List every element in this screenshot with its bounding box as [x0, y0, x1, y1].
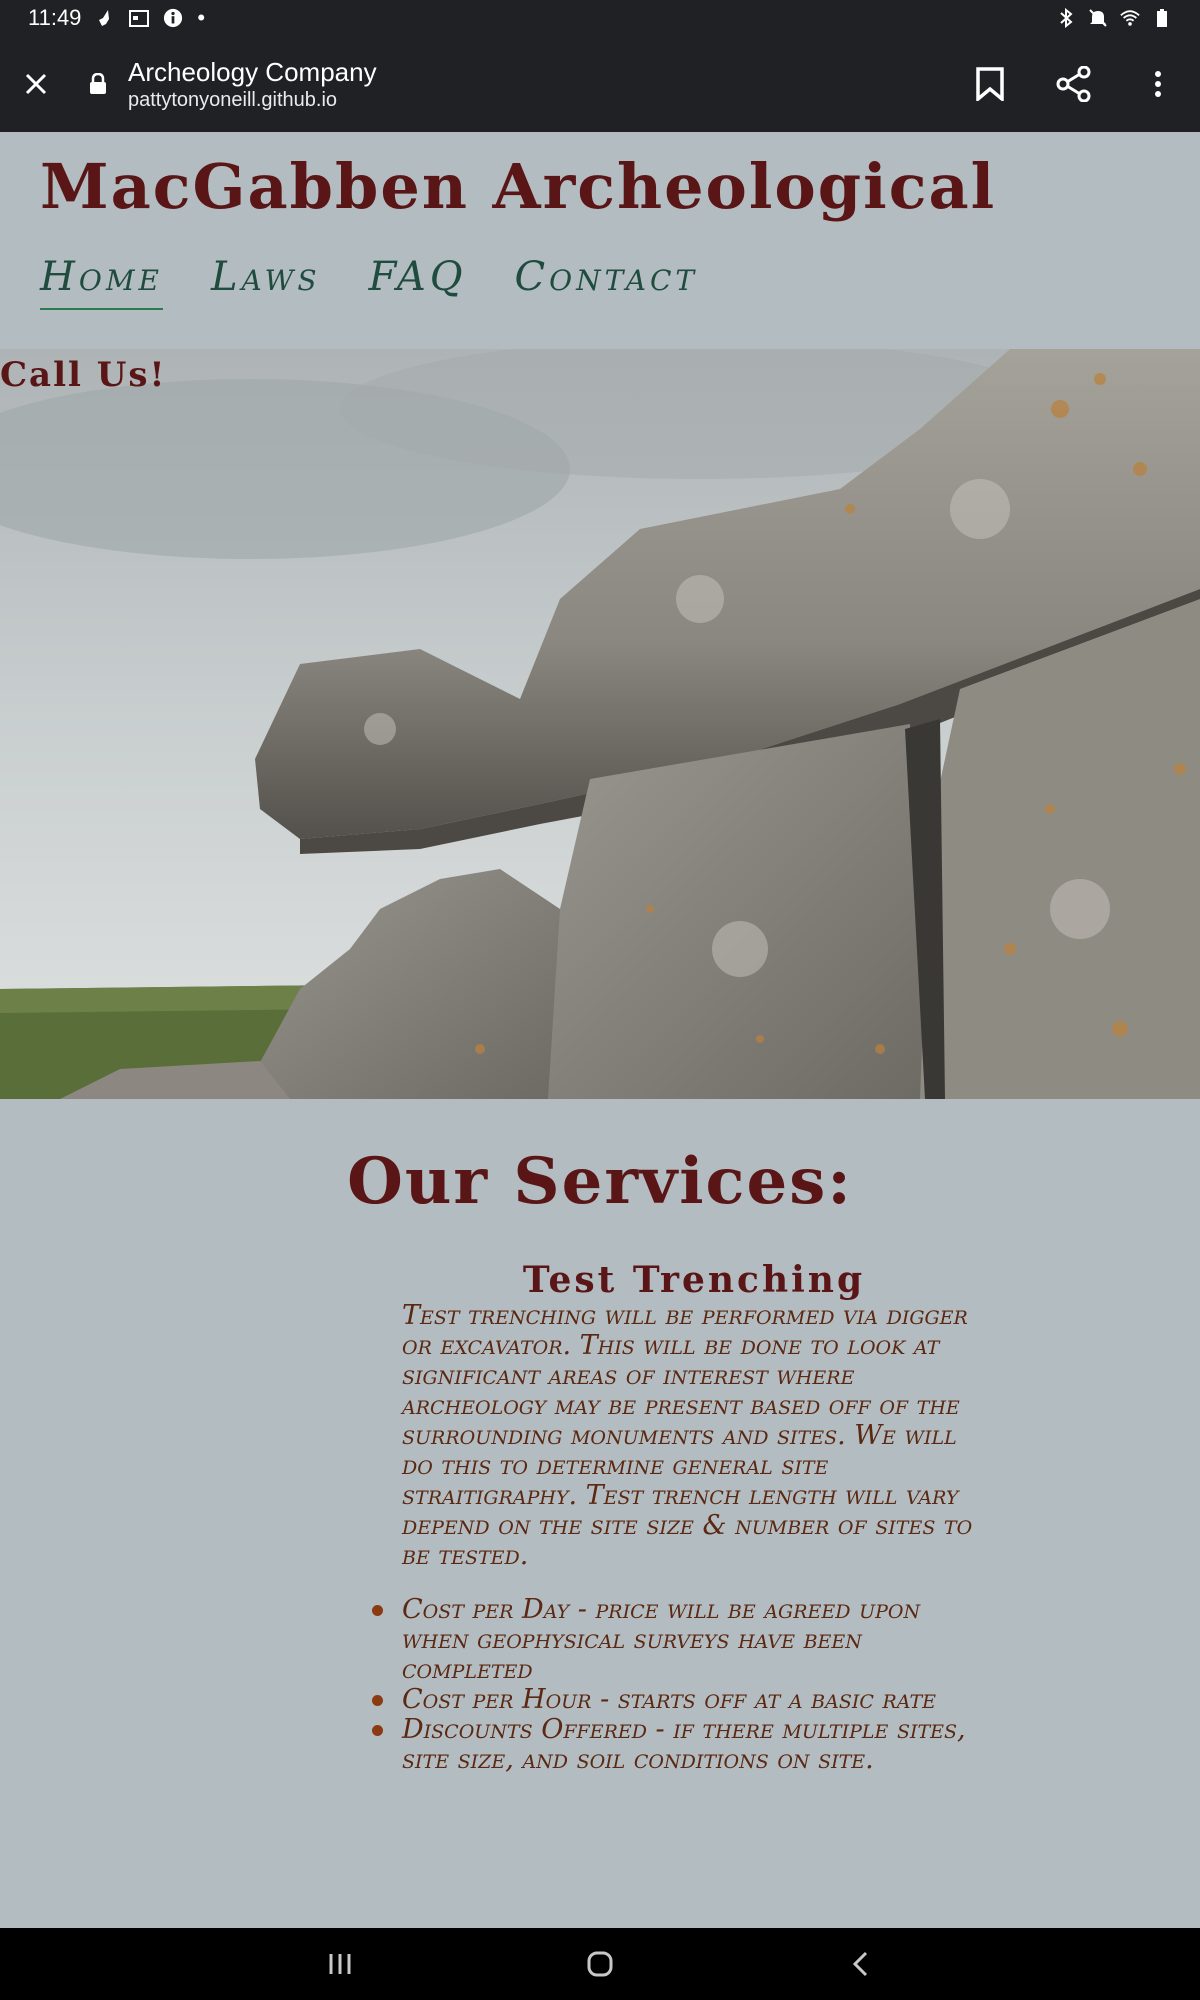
list-item: Cost per Hour - starts off at a basic ra… [372, 1685, 992, 1715]
list-item: Cost per Day - price will be agreed upon… [372, 1595, 992, 1685]
bullet-icon [372, 1725, 383, 1736]
calendar-icon [129, 8, 150, 28]
page-url: pattytonyoneill.github.io [128, 89, 338, 111]
service-details-list: Cost per Day - price will be agreed upon… [372, 1595, 992, 1775]
site-title: MacGabben Archeological [40, 150, 997, 223]
call-us-link[interactable]: Call Us! [0, 355, 166, 395]
cleaner-icon [95, 8, 115, 28]
close-tab-button[interactable] [0, 36, 72, 132]
list-item: Discounts Offered - if there multiple si… [372, 1715, 992, 1775]
notification-dot: • [197, 5, 206, 30]
lock-icon [90, 73, 106, 94]
info-icon [163, 8, 183, 28]
mute-icon [1088, 8, 1108, 28]
home-button[interactable] [570, 1934, 630, 1994]
more-options-button[interactable] [1116, 36, 1200, 132]
nav-faq[interactable]: FAQ [369, 254, 467, 310]
back-icon [852, 1951, 868, 1977]
bullet-icon [372, 1695, 383, 1706]
close-icon [25, 73, 47, 95]
recents-icon [329, 1954, 351, 1974]
bookmark-icon [976, 67, 1004, 101]
bullet-icon [372, 1605, 383, 1616]
hero-image: Call Us! [0, 349, 1200, 1099]
back-button[interactable] [830, 1934, 890, 1994]
site-security-button[interactable] [82, 36, 114, 132]
service-test-trenching: Test Trenching Test trenching will be pe… [372, 1259, 992, 1775]
nav-contact[interactable]: Contact [515, 254, 699, 310]
dolmen-photo [0, 349, 1200, 1099]
kebab-menu-icon [1155, 71, 1161, 97]
service-description: Test trenching will be performed via dig… [402, 1300, 973, 1571]
status-bar: 11:49 • [0, 0, 1200, 36]
system-nav-bar [0, 1928, 1200, 2000]
wifi-icon [1120, 8, 1140, 28]
web-page: MacGabben Archeological Home Laws FAQ Co… [0, 132, 1200, 1928]
recent-apps-button[interactable] [310, 1934, 370, 1994]
nav-laws[interactable]: Laws [211, 254, 321, 310]
nav-home[interactable]: Home [40, 254, 163, 310]
services-heading: Our Services: [347, 1144, 853, 1219]
bookmark-button[interactable] [948, 36, 1032, 132]
home-icon [587, 1951, 613, 1977]
bluetooth-icon [1056, 8, 1076, 28]
page-title: Archeology Company [128, 57, 377, 87]
battery-icon [1152, 8, 1172, 28]
main-nav: Home Laws FAQ Contact [40, 254, 698, 310]
share-icon [1056, 66, 1091, 102]
page-info[interactable]: Archeology Company pattytonyoneill.githu… [128, 56, 377, 112]
browser-toolbar: Archeology Company pattytonyoneill.githu… [0, 36, 1200, 132]
share-button[interactable] [1032, 36, 1116, 132]
service-title: Test Trenching [522, 1259, 866, 1301]
clock: 11:49 [28, 5, 82, 30]
